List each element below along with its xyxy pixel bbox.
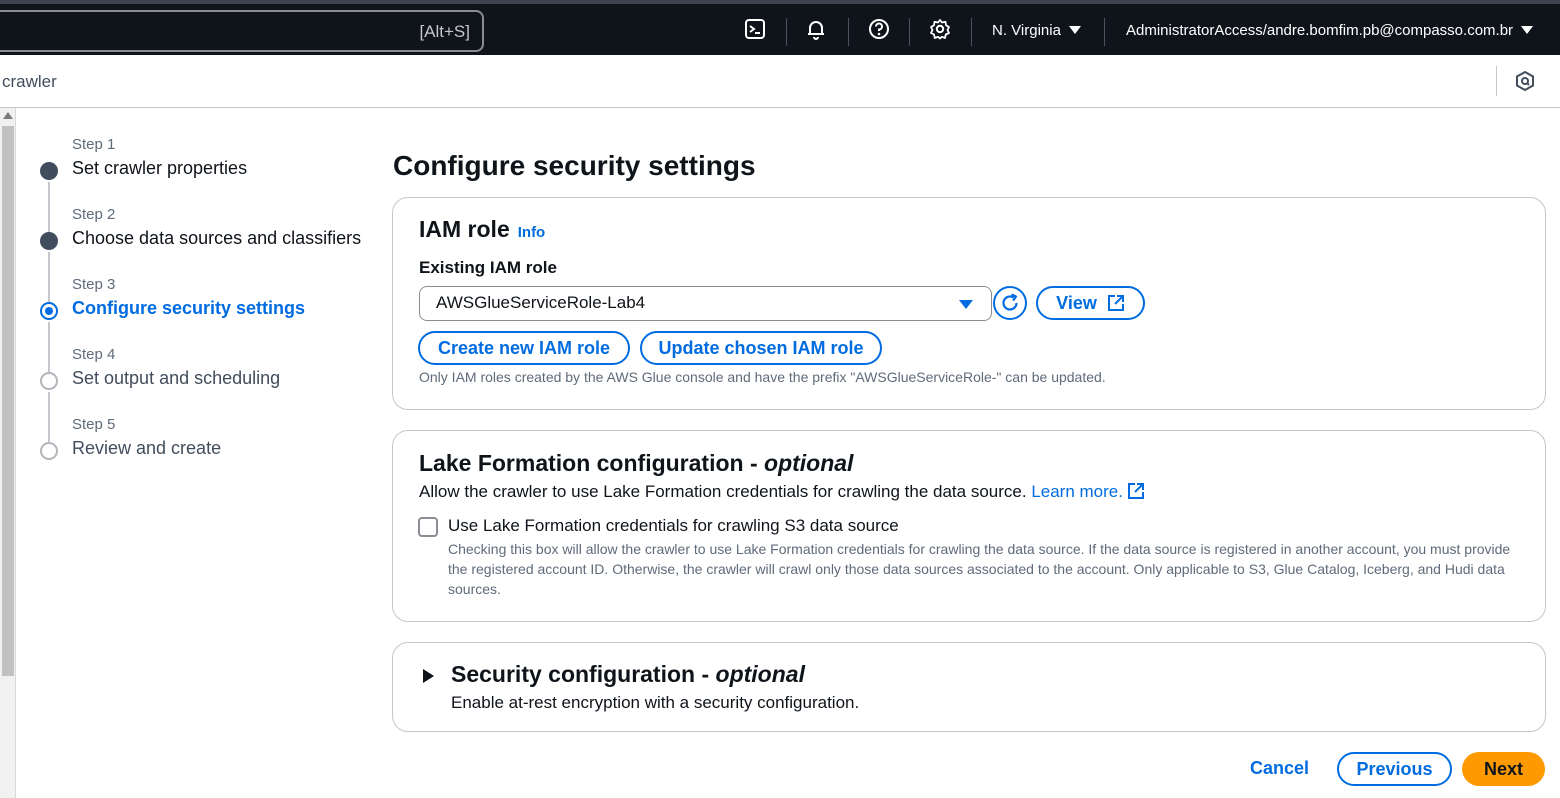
optional-tag: optional [715, 661, 805, 687]
step-title: Choose data sources and classifiers [72, 228, 362, 248]
security-configuration-panel[interactable]: Security configuration - optional Enable… [392, 642, 1546, 732]
account-label: AdministratorAccess/andre.bomfim.pb@comp… [1126, 22, 1514, 39]
wizard-steps: Step 1 Set crawler properties Step 2 Cho… [30, 130, 370, 480]
scrollbar-thumb[interactable] [2, 126, 14, 676]
step-5: Step 5 Review and create [30, 410, 370, 480]
step-pending-icon [40, 372, 58, 390]
learn-more-link[interactable]: Learn more. [1031, 482, 1145, 501]
cancel-button[interactable]: Cancel [1250, 758, 1309, 779]
step-number: Step 2 [72, 206, 116, 223]
next-label: Next [1483, 758, 1523, 779]
region-label: N. Virginia [992, 22, 1061, 39]
scroll-up-icon[interactable] [3, 112, 13, 119]
step-complete-icon [40, 162, 58, 180]
view-label: View [1056, 292, 1097, 313]
learn-more-label: Learn more. [1031, 482, 1123, 501]
expand-caret-icon[interactable] [423, 669, 434, 683]
help-icon[interactable] [864, 14, 894, 44]
previous-label: Previous [1356, 758, 1433, 779]
iam-role-select[interactable]: AWSGlueServiceRole-Lab4 [419, 286, 992, 321]
nav-divider [786, 18, 787, 46]
previous-button[interactable]: Previous [1337, 752, 1452, 786]
lake-formation-panel: Lake Formation configuration - optional … [392, 430, 1546, 622]
nav-divider [971, 18, 972, 46]
step-title: Set output and scheduling [72, 368, 281, 388]
security-configuration-description: Enable at-rest encryption with a securit… [451, 693, 860, 712]
external-link-icon [1127, 483, 1144, 499]
nav-divider [848, 18, 849, 46]
nav-divider [909, 18, 910, 46]
chevron-down-icon [959, 300, 973, 309]
search-input[interactable]: [Alt+S] [0, 10, 484, 52]
update-iam-role-button[interactable]: Update chosen IAM role [640, 331, 882, 365]
gear-icon[interactable] [925, 14, 955, 44]
search-shortcut-hint: [Alt+S] [419, 22, 470, 41]
iam-role-hint: Only IAM roles created by the AWS Glue c… [419, 369, 1106, 385]
create-label: Create new IAM role [437, 337, 611, 358]
optional-tag: optional [764, 450, 854, 476]
step-number: Step 5 [72, 416, 116, 433]
region-selector[interactable]: N. Virginia [992, 22, 1081, 39]
security-configuration-heading[interactable]: Security configuration - optional [451, 661, 805, 688]
lake-formation-description: Allow the crawler to use Lake Formation … [419, 482, 1145, 502]
iam-role-panel: IAM role Info Existing IAM role AWSGlueSe… [392, 197, 1546, 410]
update-label: Update chosen IAM role [658, 337, 864, 358]
lake-formation-description-text: Allow the crawler to use Lake Formation … [419, 482, 1027, 501]
page-title: Configure security settings [393, 150, 756, 181]
lake-formation-checkbox-description: Checking this box will allow the crawler… [448, 541, 1511, 597]
breadcrumb-bar: crawler [0, 55, 1560, 108]
lake-formation-checkbox-label[interactable]: Use Lake Formation credentials for crawl… [448, 516, 899, 536]
step-1[interactable]: Step 1 Set crawler properties [30, 130, 370, 232]
lake-formation-checkbox[interactable] [418, 517, 438, 537]
step-number: Step 4 [72, 346, 116, 363]
step-2[interactable]: Step 2 Choose data sources and classifie… [30, 200, 370, 302]
notifications-panel-icon[interactable] [1514, 70, 1536, 97]
step-number: Step 1 [72, 136, 116, 153]
breadcrumb-current: crawler [2, 72, 57, 91]
step-title: Review and create [72, 438, 222, 458]
breadcrumb-divider [1496, 66, 1497, 96]
iam-role-title: IAM role [419, 216, 510, 242]
refresh-button[interactable] [993, 286, 1027, 320]
view-role-button[interactable]: View [1036, 286, 1145, 320]
step-title: Configure security settings [72, 298, 306, 318]
existing-iam-role-label: Existing IAM role [419, 258, 557, 277]
create-iam-role-button[interactable]: Create new IAM role [418, 331, 630, 365]
step-pending-icon [40, 442, 58, 460]
next-button[interactable]: Next [1462, 752, 1545, 786]
chevron-down-icon [1068, 26, 1081, 34]
step-number: Step 3 [72, 276, 116, 293]
step-4: Step 4 Set output and scheduling [30, 340, 370, 442]
cloudshell-icon[interactable] [740, 14, 770, 44]
step-title: Set crawler properties [72, 158, 248, 178]
nav-divider [1104, 18, 1105, 46]
refresh-icon [1002, 293, 1018, 311]
account-menu[interactable]: AdministratorAccess/andre.bomfim.pb@comp… [1126, 22, 1534, 39]
info-link[interactable]: Info [518, 224, 546, 241]
iam-role-selected-value: AWSGlueServiceRole-Lab4 [436, 293, 646, 312]
bell-icon[interactable] [801, 14, 831, 44]
lake-formation-heading: Lake Formation configuration - optional [419, 450, 853, 477]
chevron-down-icon [1521, 26, 1534, 34]
external-link-icon [1107, 295, 1124, 311]
lake-formation-title: Lake Formation configuration - [419, 450, 765, 476]
step-3: Step 3 Configure security settings [30, 270, 370, 372]
top-navigation-bar: [Alt+S] N. Virginia AdministratorAccess/… [0, 0, 1560, 55]
step-complete-icon [40, 232, 58, 250]
iam-role-heading: IAM role Info [419, 216, 545, 243]
step-current-icon [40, 302, 58, 320]
security-configuration-title: Security configuration - [451, 661, 716, 687]
scrollbar[interactable] [0, 108, 16, 798]
